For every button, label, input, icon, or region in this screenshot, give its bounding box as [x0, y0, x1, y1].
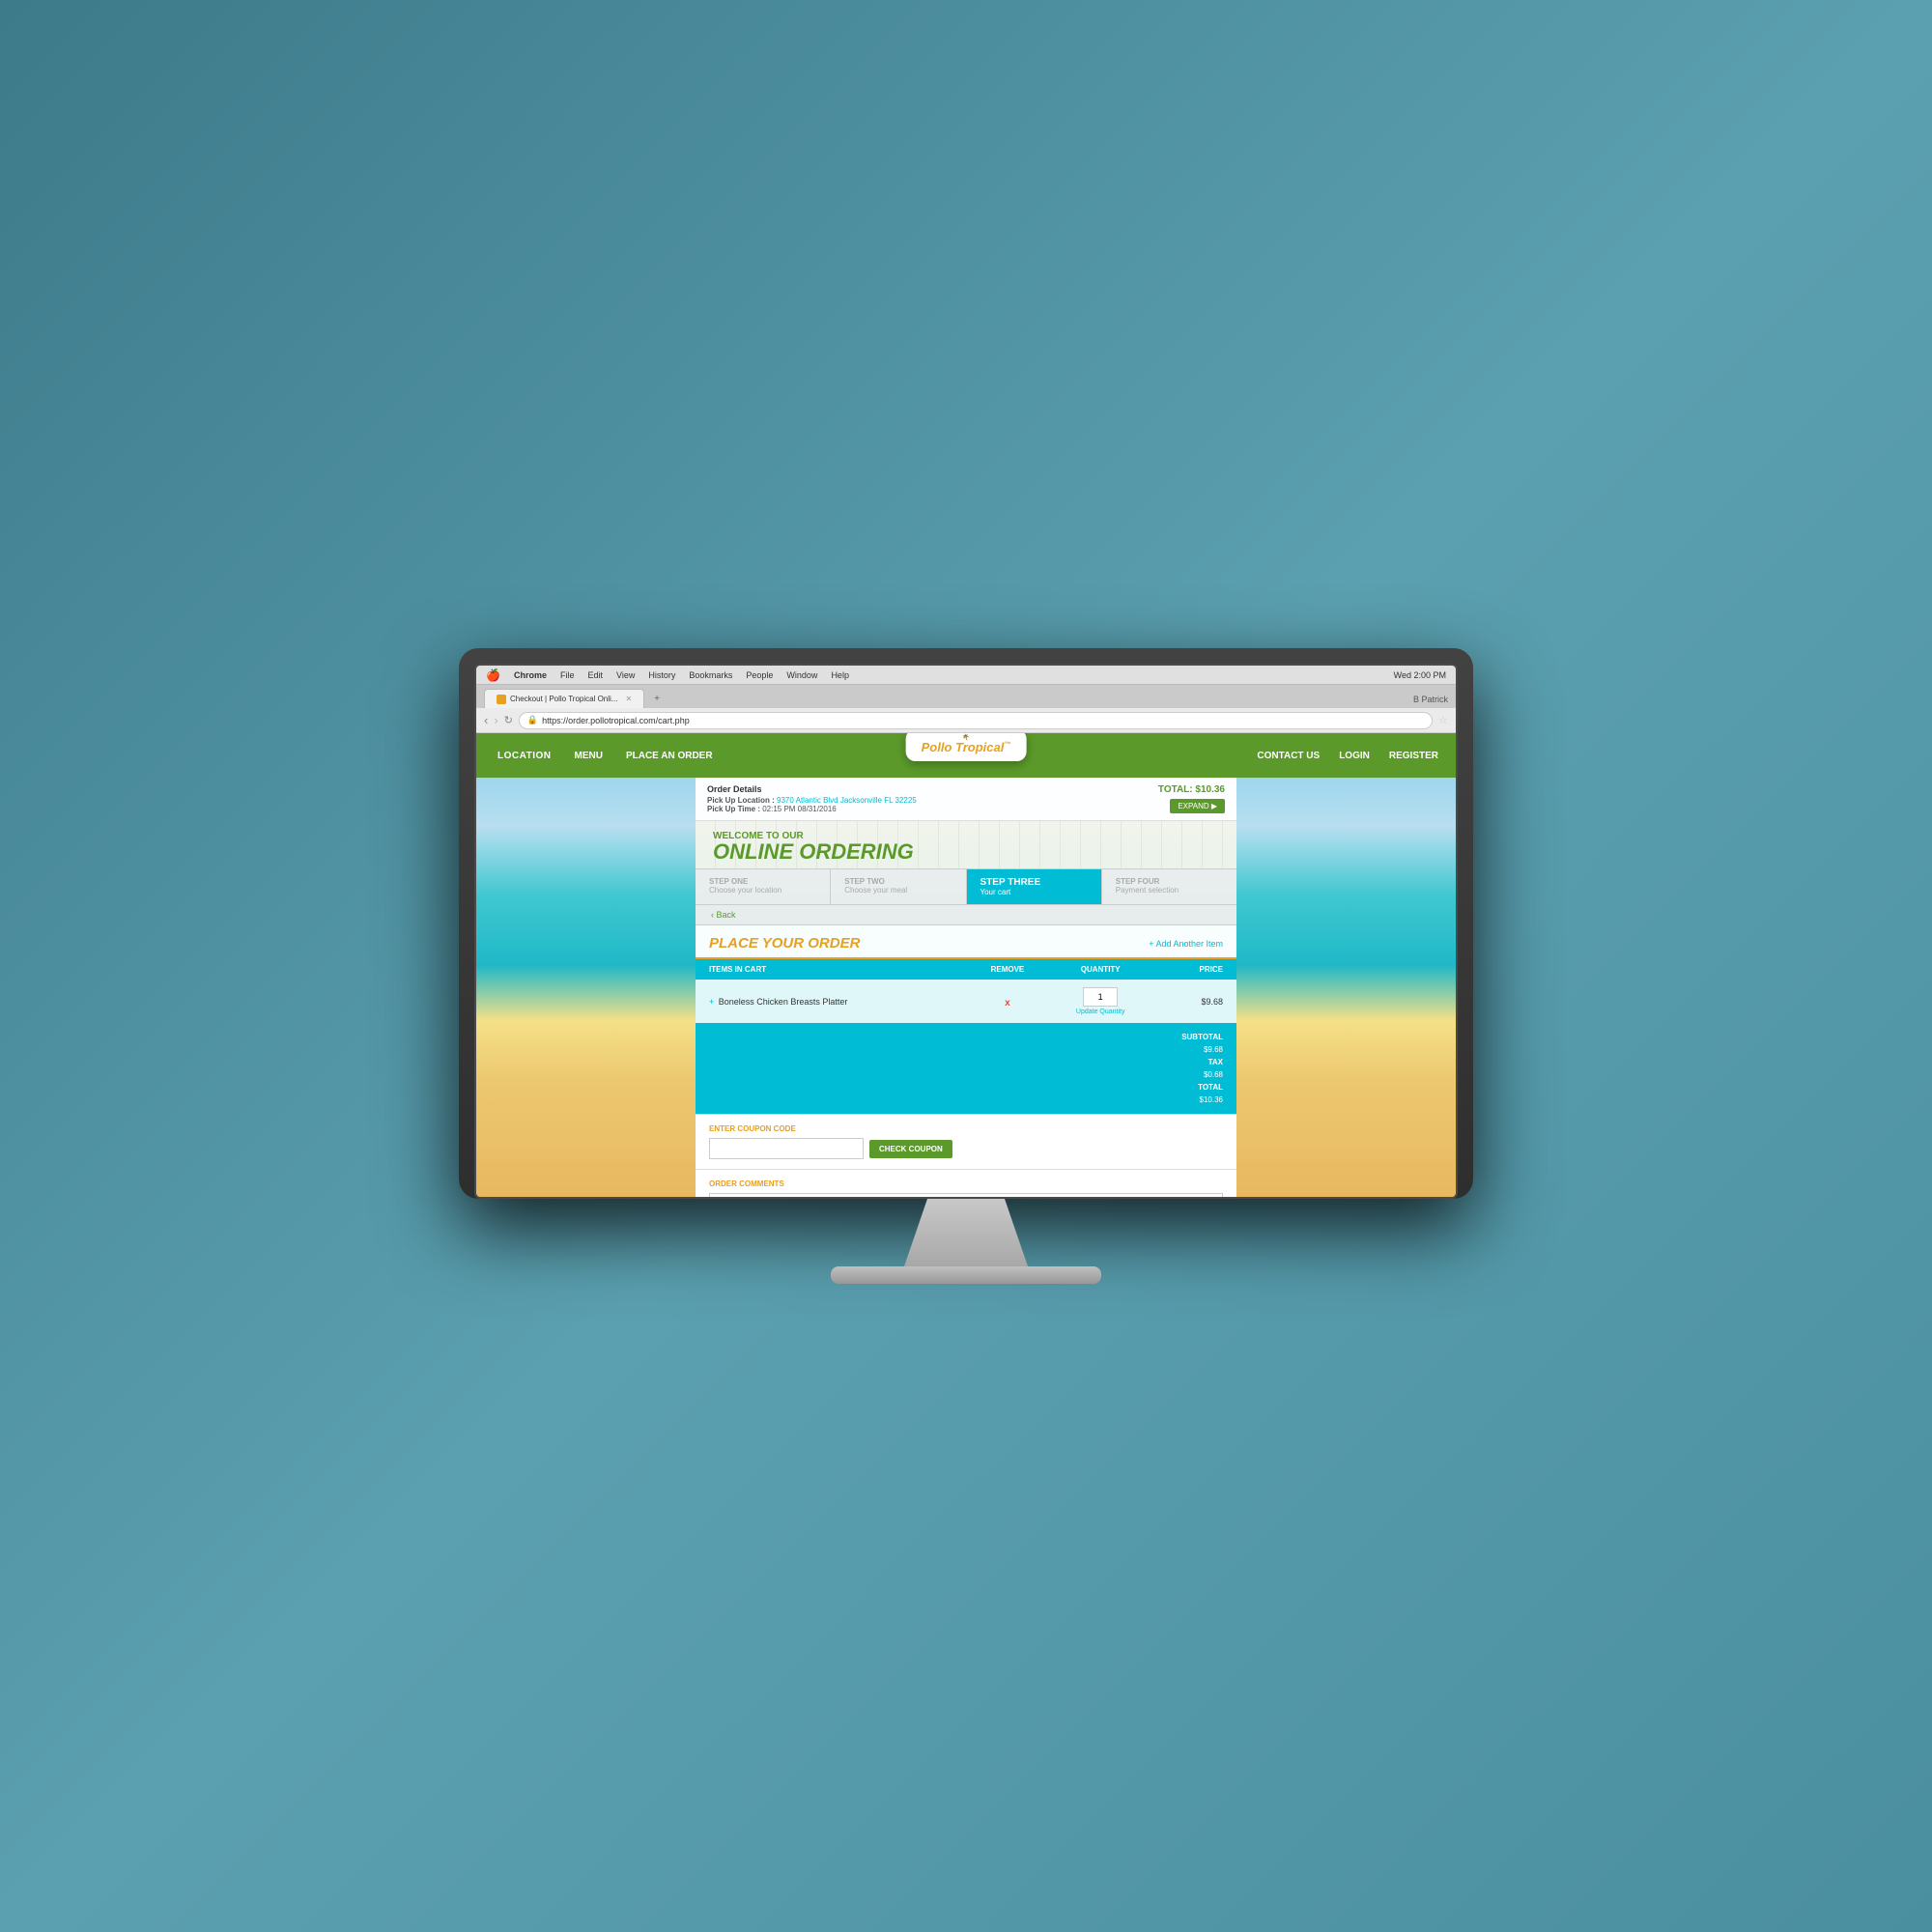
step-three-label: Your cart [980, 888, 1088, 896]
step-one[interactable]: STEP ONE Choose your location [696, 869, 831, 904]
cart-section: PLACE YOUR ORDER + Add Another Item ITEM… [696, 925, 1236, 1197]
system-time: Wed 2:00 PM [1394, 670, 1446, 680]
menu-people[interactable]: People [746, 670, 773, 680]
col-items: ITEMS IN CART [696, 959, 967, 980]
subtotal-label: SUBTOTAL [709, 1031, 1223, 1043]
reload-button[interactable]: ↻ [504, 714, 513, 726]
coupon-label: ENTER COUPON CODE [709, 1124, 1223, 1133]
menu-view[interactable]: View [616, 670, 635, 680]
order-details-label: Order Details [707, 784, 917, 794]
expand-button[interactable]: EXPAND ▶ [1170, 799, 1225, 813]
add-item-link[interactable]: + Add Another Item [1149, 939, 1223, 949]
item-price: $9.68 [1153, 980, 1236, 1023]
nav-contact[interactable]: CONTACT US [1247, 733, 1329, 778]
step-one-label: Choose your location [709, 886, 816, 895]
order-total-display: TOTAL: $10.36 [1158, 784, 1225, 795]
steps-bar: STEP ONE Choose your location STEP TWO C… [696, 869, 1236, 905]
site-logo: 🌴 Pollo Tropical™ [906, 733, 1027, 761]
nav-location[interactable]: LOCATION [486, 733, 562, 778]
step-two-label: Choose your meal [844, 886, 952, 895]
star-icon[interactable]: ☆ [1438, 714, 1448, 726]
cart-table: ITEMS IN CART REMOVE QUANTITY PRICE [696, 959, 1236, 1023]
total-value: $10.36 [709, 1094, 1223, 1106]
site-navigation: LOCATION MENU PLACE AN ORDER 🌴 Po [476, 733, 1456, 778]
quantity-input[interactable] [1083, 987, 1118, 1007]
menu-bookmarks[interactable]: Bookmarks [689, 670, 732, 680]
tab-bar: Checkout | Pollo Tropical Onli... ✕ + B … [476, 685, 1456, 708]
nav-menu[interactable]: MENU [562, 733, 613, 778]
order-details-banner: Order Details Pick Up Location : 9370 At… [696, 778, 1236, 821]
mac-menubar: 🍎 Chrome File Edit View History Bookmark… [476, 666, 1456, 685]
tax-value: $0.68 [709, 1068, 1223, 1081]
comments-section: ORDER COMMENTS [696, 1169, 1236, 1197]
total-label: TOTAL [709, 1081, 1223, 1094]
subtotal-value: $9.68 [709, 1043, 1223, 1056]
step-one-number: STEP ONE [709, 877, 816, 886]
check-coupon-button[interactable]: CHECK COUPON [869, 1140, 952, 1158]
tab-close[interactable]: ✕ [625, 695, 632, 703]
monitor-shell: 🍎 Chrome File Edit View History Bookmark… [459, 648, 1473, 1199]
menu-edit[interactable]: Edit [587, 670, 603, 680]
pickup-time-label: Pick Up Time : [707, 805, 760, 813]
col-remove: REMOVE [967, 959, 1047, 980]
item-plus-icon: + [709, 997, 714, 1007]
user-name: B Patrick [1413, 695, 1448, 708]
url-display[interactable]: https://order.pollotropical.com/cart.php [542, 716, 690, 725]
comments-label: ORDER COMMENTS [709, 1179, 1223, 1188]
pickup-time-value: 02:15 PM 08/31/2016 [762, 805, 837, 813]
back-nav-button[interactable]: ‹ [484, 713, 488, 727]
col-quantity: QUANTITY [1048, 959, 1153, 980]
totals-section: SUBTOTAL $9.68 TAX [696, 1023, 1236, 1114]
step-two-number: STEP TWO [844, 877, 952, 886]
monitor-base [831, 1266, 1101, 1284]
update-quantity-label[interactable]: Update Quantity [1056, 1009, 1146, 1015]
menu-help[interactable]: Help [831, 670, 849, 680]
logo-text: Pollo Tropical™ [922, 741, 1011, 753]
welcome-section: WELCOME TO OUR ONLINE ORDERING [696, 821, 1236, 869]
step-three[interactable]: STEP THREE Your cart [967, 869, 1102, 904]
tab-title: Checkout | Pollo Tropical Onli... [510, 695, 617, 703]
step-four-label: Payment selection [1116, 886, 1223, 895]
coupon-input[interactable] [709, 1138, 864, 1159]
cart-title: PLACE YOUR ORDER [709, 935, 860, 952]
pickup-location-value: 9370 Atlantic Blvd Jacksonville FL 32225 [777, 796, 917, 805]
menu-window[interactable]: Window [786, 670, 817, 680]
favicon [497, 695, 506, 704]
step-four[interactable]: STEP FOUR Payment selection [1102, 869, 1236, 904]
cart-item-row: + Boneless Chicken Breasts Platter x [696, 980, 1236, 1023]
menu-file[interactable]: File [560, 670, 575, 680]
nav-register[interactable]: REGISTER [1379, 733, 1448, 778]
col-price: PRICE [1153, 959, 1236, 980]
website-content: LOCATION MENU PLACE AN ORDER 🌴 Po [476, 733, 1456, 1197]
nav-place-order[interactable]: PLACE AN ORDER [614, 733, 724, 778]
tax-label: TAX [709, 1056, 1223, 1068]
pickup-location-label: Pick Up Location : [707, 796, 775, 805]
menu-history[interactable]: History [648, 670, 675, 680]
step-three-number: STEP THREE [980, 877, 1088, 888]
menu-chrome[interactable]: Chrome [514, 670, 547, 680]
address-bar: ‹ › ↻ 🔒 https://order.pollotropical.com/… [476, 708, 1456, 733]
ssl-lock-icon: 🔒 [527, 715, 538, 725]
back-link[interactable]: ‹ Back [696, 905, 1236, 925]
forward-nav-button[interactable]: › [494, 713, 497, 727]
order-comments-input[interactable] [709, 1193, 1223, 1197]
nav-login[interactable]: LOGIN [1329, 733, 1379, 778]
active-tab[interactable]: Checkout | Pollo Tropical Onli... ✕ [484, 689, 644, 708]
step-four-number: STEP FOUR [1116, 877, 1223, 886]
monitor-stand [889, 1199, 1043, 1266]
coupon-section: ENTER COUPON CODE CHECK COUPON [696, 1114, 1236, 1169]
step-two[interactable]: STEP TWO Choose your meal [831, 869, 966, 904]
welcome-line2: ONLINE ORDERING [713, 841, 1219, 863]
remove-button[interactable]: x [1005, 998, 1010, 1009]
new-tab-btn[interactable]: + [646, 689, 668, 708]
item-name: Boneless Chicken Breasts Platter [719, 997, 848, 1007]
